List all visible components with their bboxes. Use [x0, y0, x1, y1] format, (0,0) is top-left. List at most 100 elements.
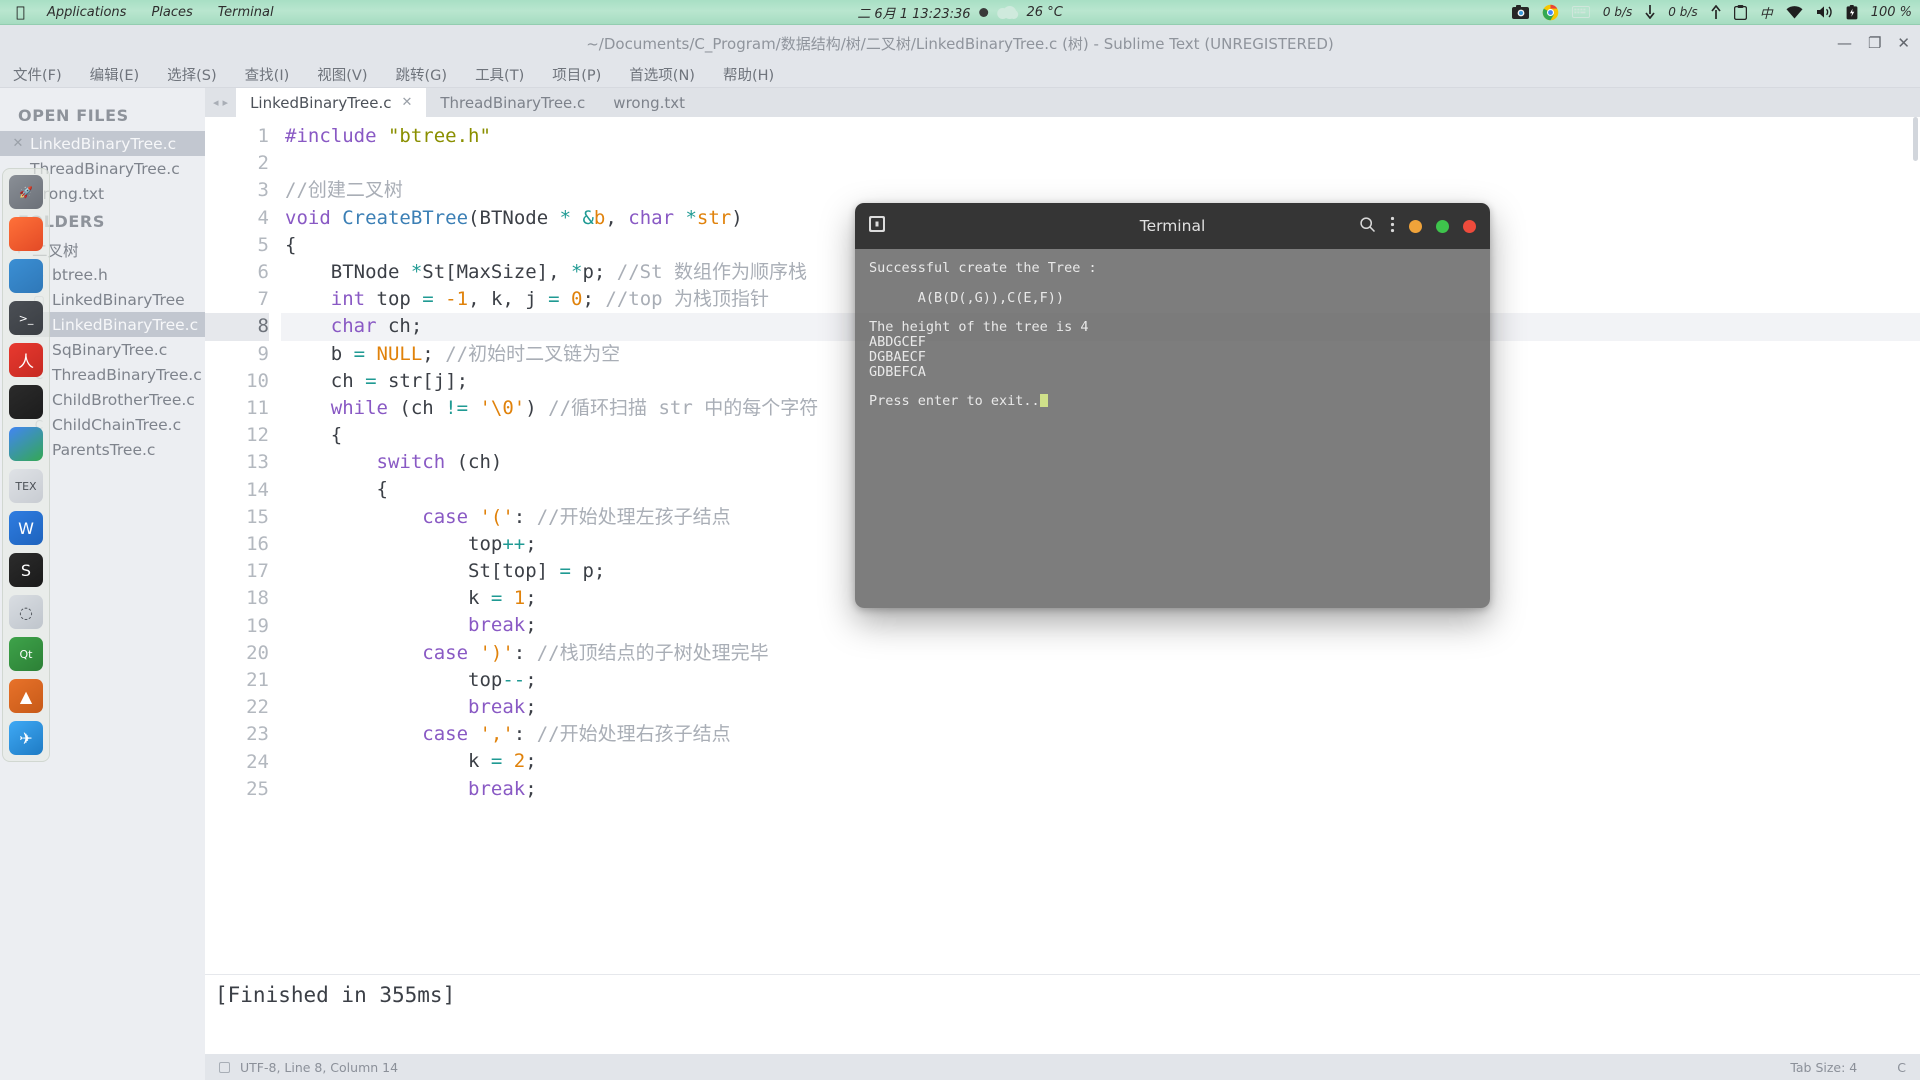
code-token: * — [559, 206, 583, 229]
keyboard-icon[interactable] — [1571, 6, 1590, 18]
code-line[interactable]: case ',': //开始处理右孩子结点 — [281, 721, 1920, 748]
code-token: = — [548, 288, 572, 311]
open-file-item[interactable]: ✕ LinkedBinaryTree.c — [0, 131, 205, 156]
chrome-icon[interactable] — [9, 427, 43, 461]
terminal-title: Terminal — [1139, 217, 1206, 235]
code-token: = — [353, 342, 377, 365]
editor-tab[interactable]: LinkedBinaryTree.c ✕ — [236, 88, 427, 117]
moon-dot-icon — [979, 7, 989, 17]
editor-tab[interactable]: ThreadBinaryTree.c — [426, 88, 599, 117]
system-panel:  Applications Places Terminal 二 6月 1 13… — [0, 0, 1920, 25]
code-line[interactable] — [281, 150, 1920, 177]
code-token: //创建二叉树 — [285, 179, 403, 202]
panel-menu-terminal[interactable]: Terminal — [218, 5, 274, 20]
tab-scroll-controls[interactable]: ◂ ▸ — [205, 88, 236, 117]
weather-temp[interactable]: 26 °C — [1027, 5, 1063, 20]
menu-goto[interactable]: 跳转(G) — [391, 62, 453, 87]
code-token: switch — [285, 451, 457, 474]
code-line[interactable]: #include "btree.h" — [281, 123, 1920, 150]
maximize-button[interactable]: ❐ — [1868, 35, 1881, 51]
chrome-icon[interactable] — [1542, 4, 1559, 21]
volume-icon[interactable] — [1816, 5, 1833, 19]
battery-charging-icon[interactable] — [1846, 4, 1858, 20]
skype-icon[interactable]: S — [9, 553, 43, 587]
terminal-output[interactable]: Successful create the Tree : A(B(D(,G)),… — [855, 249, 1490, 608]
code-line[interactable]: case ')': //栈顶结点的子树处理完毕 — [281, 640, 1920, 667]
code-token: = — [490, 750, 514, 773]
qq-icon[interactable] — [9, 385, 43, 419]
ubuntu-software-icon[interactable]: ◌ — [9, 595, 43, 629]
arrow-down-icon — [1645, 5, 1655, 19]
menu-selection[interactable]: 选择(S) — [162, 62, 222, 87]
code-line[interactable]: break; — [281, 776, 1920, 803]
code-token: = — [365, 369, 388, 392]
code-token: -1 — [445, 288, 469, 311]
close-file-icon[interactable]: ✕ — [12, 136, 24, 151]
code-token: ) — [525, 396, 549, 419]
code-token: { — [285, 478, 388, 501]
thunderbird-icon[interactable]: ✈ — [9, 721, 43, 755]
texstudio-icon[interactable]: TEX — [9, 469, 43, 503]
ime-indicator[interactable]: 中 — [1760, 3, 1773, 22]
clock[interactable]: 二 6月 1 13:23:36 — [857, 3, 970, 22]
editor-scrollbar[interactable] — [1913, 117, 1918, 161]
tab-scroll-left-icon[interactable]: ◂ — [213, 96, 219, 109]
code-token: //循环扫描 str 中的每个字符 — [548, 396, 819, 419]
wifi-icon[interactable] — [1786, 5, 1803, 19]
minimize-button[interactable]: — — [1837, 35, 1852, 51]
tab-scroll-right-icon[interactable]: ▸ — [223, 96, 229, 109]
code-line[interactable]: break; — [281, 694, 1920, 721]
camera-icon[interactable] — [1511, 5, 1529, 19]
code-token: p; — [582, 560, 606, 582]
line-number: 8 — [205, 313, 269, 341]
code-token: ; — [525, 695, 537, 718]
qt-creator-icon[interactable]: Qt — [9, 637, 43, 671]
tab-close-icon[interactable]: ✕ — [401, 95, 412, 110]
clipboard-icon[interactable] — [1733, 4, 1747, 20]
rocket-launcher-icon[interactable]: 🚀 — [9, 175, 43, 209]
menu-edit[interactable]: 编辑(E) — [85, 62, 144, 87]
terminal-icon[interactable]: >_ — [9, 301, 43, 335]
code-token: ; — [525, 750, 537, 773]
status-syntax[interactable]: C — [1897, 1060, 1906, 1075]
file-tree-label: ChildBrotherTree.c — [52, 390, 195, 409]
terminal-minimize-button[interactable] — [1409, 219, 1422, 233]
menu-project[interactable]: 项目(P) — [547, 62, 606, 87]
files-folder-icon[interactable] — [9, 259, 43, 293]
editor-tab[interactable]: wrong.txt — [599, 88, 699, 117]
terminal-window[interactable]: Terminal Successful create the Tree : A(… — [855, 203, 1490, 608]
code-token: break — [285, 695, 526, 718]
sidebar-toggle-icon[interactable] — [219, 1061, 230, 1073]
search-icon[interactable] — [1359, 216, 1376, 237]
line-number: 21 — [246, 669, 269, 692]
menu-find[interactable]: 查找(I) — [240, 62, 295, 87]
code-token: BTNode — [479, 206, 560, 229]
code-token: //St 数组作为顺序栈 — [616, 260, 807, 283]
menu-tools[interactable]: 工具(T) — [470, 62, 529, 87]
pdf-reader-icon[interactable]: 人 — [9, 343, 43, 377]
code-line[interactable]: top--; — [281, 667, 1920, 694]
panel-menu-places[interactable]: Places — [151, 5, 192, 20]
apple-logo-icon[interactable]:  — [16, 4, 25, 20]
code-token: case — [285, 723, 480, 746]
menu-view[interactable]: 视图(V) — [312, 62, 372, 87]
code-token: St[MaxSize], — [422, 260, 572, 283]
line-number: 4 — [257, 206, 269, 229]
code-token: int — [285, 288, 377, 311]
menu-preferences[interactable]: 首选项(N) — [624, 62, 700, 87]
kebab-menu-icon[interactable] — [1390, 216, 1395, 237]
menu-help[interactable]: 帮助(H) — [718, 62, 779, 87]
terminal-maximize-button[interactable] — [1436, 219, 1449, 233]
vlc-icon[interactable]: ▲ — [9, 679, 43, 713]
code-line[interactable]: //创建二叉树 — [281, 177, 1920, 204]
code-line[interactable]: break; — [281, 612, 1920, 639]
firefox-icon[interactable] — [9, 217, 43, 251]
menu-file[interactable]: 文件(F) — [8, 62, 67, 87]
terminal-close-button[interactable] — [1463, 219, 1476, 233]
wps-writer-icon[interactable]: W — [9, 511, 43, 545]
close-button[interactable]: ✕ — [1897, 35, 1910, 51]
code-line[interactable]: k = 2; — [281, 748, 1920, 775]
status-tab-size[interactable]: Tab Size: 4 — [1790, 1060, 1857, 1075]
terminal-prompt-text: Press enter to exit.. — [869, 393, 1040, 410]
panel-menu-applications[interactable]: Applications — [47, 5, 126, 20]
